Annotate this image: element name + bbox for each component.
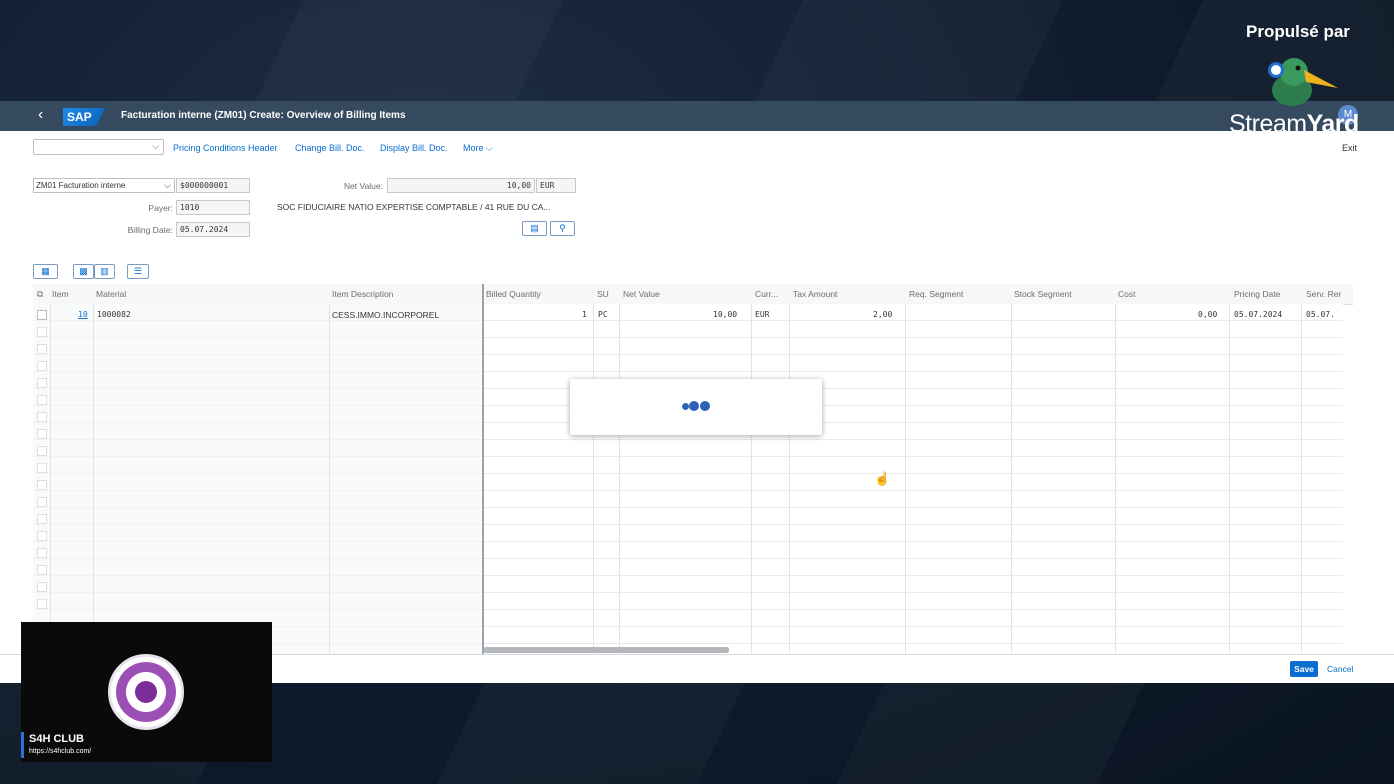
billing-items-table: ⧉ Item Material Item Description Billed … xyxy=(33,284,1353,654)
more-label: More xyxy=(463,143,484,153)
change-bill-doc-link[interactable]: Change Bill. Doc. xyxy=(295,143,365,153)
column-header-currency[interactable]: Curr... xyxy=(755,289,778,299)
row-select-checkbox[interactable] xyxy=(37,429,47,439)
save-button[interactable]: Save xyxy=(1290,661,1318,677)
billing-type-select[interactable]: ZM01 Facturation interne ⌵ xyxy=(33,178,175,193)
row-select-checkbox[interactable] xyxy=(37,395,47,405)
row-item-link[interactable]: 10 xyxy=(78,310,88,319)
action-select[interactable]: ⌵ xyxy=(33,139,164,155)
billing-date-field: 05.07.2024 xyxy=(176,222,250,237)
row-net-value[interactable]: 10,00 xyxy=(713,310,737,319)
row-select-checkbox[interactable] xyxy=(37,548,47,558)
back-icon[interactable]: ‹ xyxy=(38,106,43,124)
sap-logo[interactable]: SAP xyxy=(63,108,105,126)
row-select-checkbox[interactable] xyxy=(37,446,47,456)
toolbar: ⌵ Pricing Conditions Header Change Bill.… xyxy=(0,135,1394,159)
row-select-checkbox[interactable] xyxy=(37,463,47,473)
horizontal-scrollbar[interactable] xyxy=(484,647,729,653)
streamyard-duck-logo xyxy=(1268,58,1338,106)
row-select-checkbox[interactable] xyxy=(37,497,47,507)
item-detail-icon[interactable]: ▦ xyxy=(33,264,58,279)
row-select-checkbox[interactable] xyxy=(37,361,47,371)
row-pricing-date[interactable]: 05.07.2024 xyxy=(1234,310,1282,319)
row-select-checkbox[interactable] xyxy=(37,412,47,422)
row-tax-amount[interactable]: 2,00 xyxy=(873,310,892,319)
pricing-conditions-header-link[interactable]: Pricing Conditions Header xyxy=(173,143,278,153)
presenter-name: S4H CLUB xyxy=(29,733,85,745)
column-header-cost[interactable]: Cost xyxy=(1118,289,1135,299)
more-menu[interactable]: More ⌵ xyxy=(463,143,493,154)
row-select-checkbox[interactable] xyxy=(37,310,47,320)
hand-cursor-icon: ☝ xyxy=(874,471,891,486)
propulse-par-label: Propulsé par xyxy=(1246,22,1350,41)
table-header: ⧉ Item Material Item Description Billed … xyxy=(33,284,1353,305)
deselect-all-icon[interactable]: ▥ xyxy=(94,264,115,279)
column-header-item[interactable]: Item xyxy=(52,289,69,299)
page-title: Facturation interne (ZM01) Create: Overv… xyxy=(121,110,406,121)
presenter-camera-tile: S4H CLUB https://s4hclub.com/ xyxy=(21,622,272,762)
column-header-item-description[interactable]: Item Description xyxy=(332,289,393,299)
column-header-stock-segment[interactable]: Stock Segment xyxy=(1014,289,1072,299)
payer-name: SOC FIDUCIAIRE NATIO EXPERTISE COMPTABLE… xyxy=(277,202,551,212)
busy-dot xyxy=(689,401,699,411)
select-all-icon[interactable]: ▩ xyxy=(73,264,94,279)
row-select-checkbox[interactable] xyxy=(37,531,47,541)
table-body: 10 1000082 CESS.IMMO.INCORPOREL 1 PC 10,… xyxy=(33,304,1343,654)
column-header-serv-ren[interactable]: Serv. Rer xyxy=(1306,289,1341,299)
table-config-icon[interactable]: ⧉ xyxy=(37,289,43,300)
row-material[interactable]: 1000082 xyxy=(97,310,131,319)
streamyard-wordmark: StreamYard xyxy=(1229,110,1359,139)
column-header-billed-quantity[interactable]: Billed Quantity xyxy=(486,289,541,299)
column-header-tax-amount[interactable]: Tax Amount xyxy=(793,289,837,299)
column-header-req-segment[interactable]: Req. Segment xyxy=(909,289,963,299)
billing-date-label: Billing Date: xyxy=(127,225,173,235)
exit-button[interactable]: Exit xyxy=(1342,143,1357,153)
billing-doc-number-field: $000000001 xyxy=(176,178,250,193)
shell-bar: ‹ SAP Facturation interne (ZM01) Create:… xyxy=(0,101,1394,131)
cancel-button[interactable]: Cancel xyxy=(1327,664,1353,674)
streamyard-light: Stream xyxy=(1229,110,1307,138)
column-header-material[interactable]: Material xyxy=(96,289,126,299)
row-su[interactable]: PC xyxy=(598,310,608,319)
busy-dot xyxy=(682,403,689,410)
row-currency[interactable]: EUR xyxy=(755,310,769,319)
row-select-checkbox[interactable] xyxy=(37,514,47,524)
net-value-field: 10,00 xyxy=(387,178,535,193)
net-value-label: Net Value: xyxy=(343,181,383,191)
sap-window: ‹ SAP Facturation interne (ZM01) Create:… xyxy=(0,101,1394,683)
row-select-checkbox[interactable] xyxy=(37,599,47,609)
billing-type-value: ZM01 Facturation interne xyxy=(36,181,126,190)
column-header-pricing-date[interactable]: Pricing Date xyxy=(1234,289,1280,299)
chevron-down-icon: ⌵ xyxy=(152,141,159,151)
document-icon[interactable]: ▤ xyxy=(522,221,547,236)
row-select-checkbox[interactable] xyxy=(37,344,47,354)
presenter-url: https://s4hclub.com/ xyxy=(29,748,92,755)
row-description[interactable]: CESS.IMMO.INCORPOREL xyxy=(332,310,439,320)
partner-icon[interactable]: ⚲ xyxy=(550,221,575,236)
currency-field: EUR xyxy=(536,178,576,193)
payer-label: Payer: xyxy=(148,203,173,213)
row-select-checkbox[interactable] xyxy=(37,565,47,575)
column-splitter[interactable] xyxy=(482,284,484,654)
payer-field: 1010 xyxy=(176,200,250,215)
busy-dot xyxy=(700,401,710,411)
row-serv-ren[interactable]: 05.07. xyxy=(1306,310,1335,319)
row-select-checkbox[interactable] xyxy=(37,327,47,337)
busy-indicator-dialog xyxy=(570,379,822,435)
presenter-nameplate: S4H CLUB https://s4hclub.com/ xyxy=(21,730,272,762)
row-select-checkbox[interactable] xyxy=(37,480,47,490)
row-select-checkbox[interactable] xyxy=(37,582,47,592)
chevron-down-icon: ⌵ xyxy=(164,180,171,190)
row-select-checkbox[interactable] xyxy=(37,378,47,388)
table-settings-icon[interactable]: ☰ xyxy=(127,264,149,279)
column-header-net-value[interactable]: Net Value xyxy=(623,289,660,299)
chevron-down-icon: ⌵ xyxy=(486,143,493,153)
row-billed-qty[interactable]: 1 xyxy=(582,310,587,319)
row-cost[interactable]: 0,00 xyxy=(1198,310,1217,319)
s4h-club-logo xyxy=(108,654,184,730)
column-header-su[interactable]: SU xyxy=(597,289,609,299)
display-bill-doc-link[interactable]: Display Bill. Doc. xyxy=(380,143,448,153)
streamyard-bold: Yard xyxy=(1306,110,1360,138)
